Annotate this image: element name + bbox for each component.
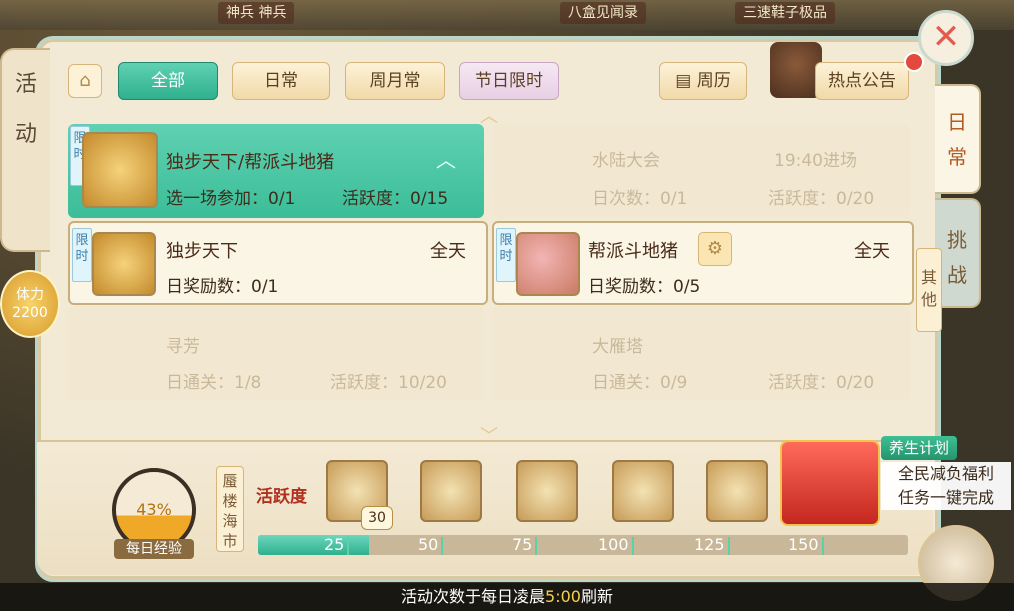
milestone-label: 75 [512, 535, 537, 555]
filter-icon-button[interactable]: ⌂ [68, 64, 102, 98]
mirage-char: 楼 [222, 492, 238, 510]
notice-time: 5:00 [545, 587, 581, 606]
daily-exp-percent: 43% [136, 500, 172, 519]
mirage-char: 海 [222, 512, 238, 530]
golden-badge-icon [92, 232, 156, 296]
limited-tag-char: 限 [75, 233, 89, 248]
activity-title: 寻芳 [166, 337, 200, 357]
treasure-chest-icon[interactable] [780, 440, 880, 526]
side-title-char: 动 [14, 122, 37, 147]
stamina-label: 体力 [16, 287, 44, 303]
scroll-up-icon[interactable]: ︿ [474, 108, 504, 126]
reward-coin-icon[interactable] [612, 460, 674, 522]
mirage-char: 市 [222, 532, 238, 550]
close-icon: ✕ [931, 17, 961, 57]
pig-icon [516, 232, 580, 296]
announcement-button[interactable]: 热点公告 [815, 62, 909, 100]
golden-badge-icon [82, 132, 158, 208]
activity-title: 独步天下 [166, 241, 238, 262]
activity-time: 全天 [430, 241, 466, 262]
home-icon: ⌂ [79, 70, 91, 91]
milestone-label: 150 [788, 535, 824, 555]
activity-title: 大雁塔 [592, 337, 643, 357]
stamina-badge[interactable]: 体力 2200 [0, 270, 60, 338]
activity-reward-count: 日奖励数：0/5 [588, 277, 701, 297]
limited-tag: 限 时 [496, 228, 516, 282]
tab-weekly[interactable]: 周月常 [345, 62, 445, 100]
side-tab-char: 其 [920, 268, 937, 287]
refresh-notice: 活动次数于每日凌晨5:00刷新 [0, 583, 1014, 611]
side-tab-char: 日 [947, 110, 967, 134]
milestone-label: 50 [418, 535, 443, 555]
calendar-label: 周历 [696, 71, 731, 91]
limited-tag-char: 时 [75, 249, 89, 264]
activity-count: 日通关：1/8 [166, 373, 262, 393]
activity-points: 活跃度：0/20 [768, 373, 875, 393]
activity-count: 日次数：0/1 [592, 189, 688, 209]
daily-exp-label: 每日经验 [114, 539, 194, 559]
milestone-label: 25 [324, 535, 349, 555]
limited-tag-char: 限 [499, 233, 513, 248]
activity-points-label: 活跃度 [256, 487, 307, 507]
activity-time: 19:40进场 [774, 151, 857, 171]
milestone-label: 100 [598, 535, 634, 555]
side-tab-char: 他 [920, 290, 937, 309]
activity-title: 水陆大会 [592, 151, 660, 171]
collapse-icon[interactable]: ︿ [436, 144, 456, 173]
activity-time: 全天 [854, 241, 890, 262]
milestone-label: 125 [694, 535, 730, 555]
side-title-char: 活 [14, 72, 37, 97]
activity-points: 活跃度：10/20 [330, 373, 447, 393]
featured-title: 独步天下/帮派斗地猪 [166, 152, 335, 173]
activity-progress-fill [258, 535, 369, 555]
background-tag: 八盒见闻录 [560, 2, 646, 24]
limited-tag: 限 时 [72, 228, 92, 282]
promo-line: 全民减负福利 [881, 462, 1011, 486]
tab-daily[interactable]: 日常 [232, 62, 330, 100]
tab-festival[interactable]: 节日限时 [459, 62, 559, 100]
calendar-icon: ▤ [675, 71, 697, 91]
calendar-button[interactable]: ▤ 周历 [659, 62, 747, 100]
side-tab-daily[interactable]: 日 常 [935, 84, 981, 194]
current-activity-badge: 30 [361, 506, 393, 530]
side-tab-other[interactable]: 其 他 [916, 248, 942, 332]
background-tag: 三速鞋子极品 [735, 2, 835, 24]
promo-title: 养生计划 [881, 436, 958, 460]
stamina-value: 2200 [12, 305, 48, 321]
side-tab-char: 常 [947, 145, 967, 169]
activity-points: 活跃度：0/20 [768, 189, 875, 209]
activity-side-title: 活 动 [0, 48, 50, 252]
notification-dot [904, 52, 924, 72]
mirage-button[interactable]: 蜃 楼 海 市 [216, 466, 244, 552]
close-button[interactable]: ✕ [918, 10, 974, 66]
activity-title: 帮派斗地猪 [588, 241, 678, 262]
limited-tag-char: 时 [499, 249, 513, 264]
tab-all[interactable]: 全部 [118, 62, 218, 100]
reward-ingot-icon[interactable] [420, 460, 482, 522]
side-tab-char: 挑 [947, 228, 967, 252]
gear-icon[interactable]: ⚙ [698, 232, 732, 266]
notice-prefix: 活动次数于每日凌晨 [401, 587, 546, 606]
wellness-promo[interactable]: 养生计划 全民减负福利 任务一键完成 [881, 436, 1011, 514]
background-status-strip [0, 0, 1014, 30]
background-tag: 神兵 神兵 [218, 2, 295, 24]
reward-gem-icon[interactable] [706, 460, 768, 522]
activity-count: 日通关：0/9 [592, 373, 688, 393]
featured-activity-points: 活跃度：0/15 [342, 189, 449, 209]
notice-suffix: 刷新 [580, 587, 613, 606]
promo-line: 任务一键完成 [881, 486, 1011, 510]
activity-reward-count: 日奖励数：0/1 [166, 277, 279, 297]
reward-bag-icon[interactable] [516, 460, 578, 522]
mirage-char: 蜃 [222, 472, 238, 490]
featured-requirement: 选一场参加：0/1 [166, 189, 296, 209]
